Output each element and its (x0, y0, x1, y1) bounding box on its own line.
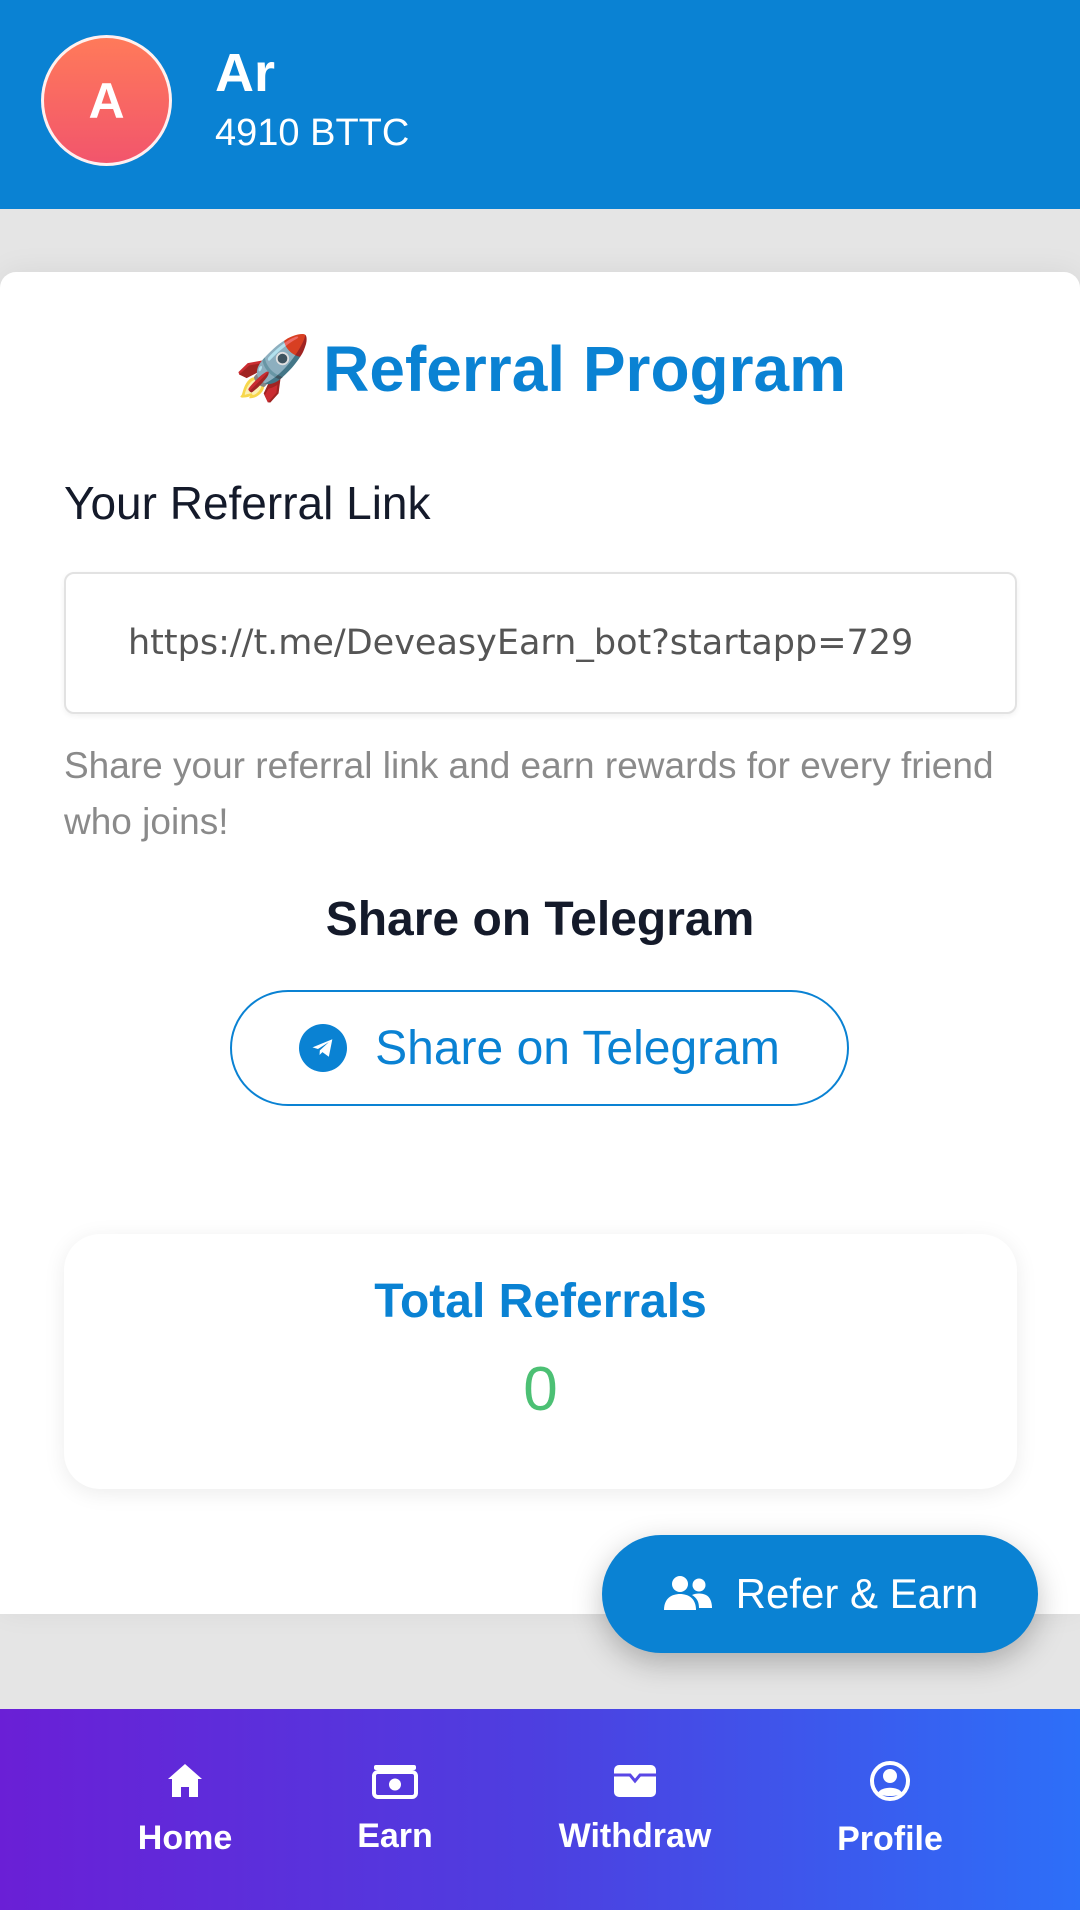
referral-link-field[interactable] (64, 572, 1017, 714)
nav-label-withdraw: Withdraw (558, 1817, 712, 1855)
users-icon (663, 1576, 712, 1610)
total-referrals-label: Total Referrals (374, 1275, 707, 1328)
user-name: Ar (215, 43, 276, 103)
money-icon (372, 1765, 418, 1799)
nav-label-profile: Profile (837, 1820, 943, 1858)
referral-link-label: Your Referral Link (64, 477, 431, 529)
avatar-initial: A (88, 72, 125, 129)
refer-earn-label: Refer & Earn (735, 1570, 979, 1617)
home-icon (168, 1764, 202, 1797)
title-row: 🚀 Referral Program (0, 332, 1080, 406)
nav-item-withdraw[interactable]: Withdraw (545, 1709, 725, 1910)
user-balance: 4910 BTTC (215, 112, 410, 154)
avatar[interactable]: A (41, 35, 172, 166)
referral-card: 🚀 Referral Program Your Referral Link Sh… (0, 272, 1080, 1614)
nav-item-earn[interactable]: Earn (335, 1709, 455, 1910)
refer-earn-button[interactable]: Refer & Earn (602, 1535, 1038, 1653)
nav-item-home[interactable]: Home (110, 1709, 260, 1910)
bottom-nav: Home Earn Withdraw Profile (0, 1709, 1080, 1910)
nav-item-profile[interactable]: Profile (820, 1709, 960, 1910)
total-referrals-box: Total Referrals 0 (64, 1234, 1017, 1489)
nav-label-earn: Earn (357, 1817, 433, 1855)
share-heading: Share on Telegram (325, 893, 755, 946)
referral-help-text: Share your referral link and earn reward… (64, 745, 994, 842)
telegram-icon (299, 1024, 348, 1072)
referral-link-input[interactable] (128, 623, 953, 663)
share-telegram-button[interactable]: Share on Telegram (230, 990, 849, 1106)
page-title: Referral Program (323, 333, 847, 405)
app-header: A Ar 4910 BTTC (0, 0, 1080, 209)
total-referrals-value: 0 (523, 1355, 558, 1424)
user-circle-icon (870, 1761, 910, 1801)
wallet-icon (614, 1765, 656, 1797)
nav-label-home: Home (137, 1819, 233, 1857)
share-telegram-label: Share on Telegram (375, 1021, 780, 1075)
referral-page: A Ar 4910 BTTC 🚀 Referral Program Your R… (0, 0, 1080, 1910)
rocket-icon: 🚀 (233, 334, 312, 403)
